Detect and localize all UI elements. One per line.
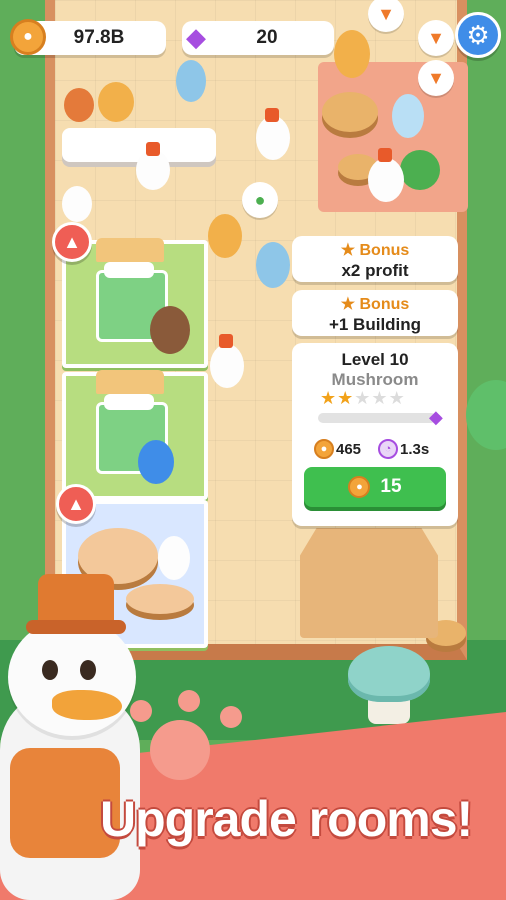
fox-guest[interactable]	[64, 88, 94, 122]
upgrade-progress-bar	[318, 413, 436, 423]
paw-print-decoration	[150, 720, 210, 780]
carrot-icon: ▼	[377, 3, 395, 24]
pillow	[104, 394, 154, 410]
room-upgrade-arrow-button[interactable]: ▲	[56, 484, 96, 524]
bed-headboard	[96, 370, 164, 394]
carrot-icon: ▼	[427, 27, 445, 48]
gear-icon: ⚙	[466, 19, 490, 50]
duck-eye	[42, 660, 58, 680]
building-name: Mushroom	[331, 370, 419, 389]
round-table	[126, 584, 194, 614]
paw-print-decoration	[130, 700, 152, 722]
duck-staff[interactable]	[62, 186, 92, 222]
bonus-title: Bonus	[359, 296, 410, 313]
gem-counter: ◆ 20	[182, 21, 334, 55]
bed-headboard	[96, 238, 164, 262]
star-rating: ★★★★★	[320, 388, 406, 409]
upgrade-panel: Level 10 Mushroom ★★★★★ ◆ ● 465 ◔ 1.3s ●…	[292, 343, 458, 526]
mushroom-request-bubble[interactable]: ●	[242, 182, 278, 218]
carrot-icon: ▼	[427, 67, 445, 88]
horse-guest[interactable]	[150, 306, 190, 354]
paw-coin-icon: ●	[10, 19, 46, 55]
paw-print-decoration	[178, 690, 200, 712]
time-stat: ◔ 1.3s	[378, 439, 429, 459]
carrot-request-bubble[interactable]: ▼	[418, 20, 454, 56]
duck-beak	[52, 690, 122, 720]
bonus-panel-profit: ★ Bonus x2 profit	[292, 236, 458, 282]
bonus-title: Bonus	[359, 242, 410, 259]
star-icon: ★	[371, 388, 389, 408]
staff-hat	[146, 142, 160, 156]
upgrade-button[interactable]: ● 15	[304, 467, 446, 507]
duck-eye	[80, 660, 96, 680]
time-value: 1.3s	[400, 440, 430, 458]
gem-icon: ◆	[186, 21, 206, 52]
staff-hat	[378, 148, 392, 162]
duck-staff[interactable]	[158, 536, 190, 580]
blue-cat-guest[interactable]	[392, 94, 424, 138]
income-stat: ● 465	[314, 439, 361, 459]
paw-coin-icon: ●	[348, 476, 371, 498]
dog-guest[interactable]	[176, 60, 206, 102]
settings-button[interactable]: ⚙	[455, 12, 501, 58]
duck-staff[interactable]	[136, 150, 170, 190]
bonus-panel-building: ★ Bonus +1 Building	[292, 290, 458, 336]
paw-print-decoration	[220, 706, 242, 728]
star-icon: ★	[320, 388, 338, 408]
duck-staff[interactable]	[256, 116, 290, 160]
locked-building-box[interactable]	[300, 528, 438, 638]
timer-icon: ◔	[378, 439, 398, 459]
star-icon: ★	[354, 388, 372, 408]
corgi-guest[interactable]	[334, 30, 370, 78]
staff-hat	[219, 334, 233, 348]
tree-stump	[322, 92, 378, 132]
duck-staff[interactable]	[210, 344, 244, 388]
income-value: 465	[336, 440, 362, 458]
bird-guest[interactable]	[138, 440, 174, 484]
staff-hat	[265, 108, 279, 122]
blue-cat-guest[interactable]	[256, 242, 290, 288]
mushroom-icon: ●	[254, 189, 266, 210]
corgi-guest[interactable]	[208, 214, 242, 258]
carrot-request-bubble[interactable]: ▼	[418, 60, 454, 96]
promo-headline: Upgrade rooms!	[100, 791, 473, 847]
mushroom-decoration	[348, 646, 430, 702]
cat-guest[interactable]	[98, 82, 134, 122]
duck-staff[interactable]	[368, 158, 404, 202]
upgrade-cost: 15	[380, 476, 402, 497]
star-icon: ★	[340, 242, 356, 259]
paw-coin-icon: ●	[314, 439, 334, 459]
coin-counter: ● 97.8B	[10, 19, 166, 55]
duck-hat-brim	[26, 620, 126, 634]
palm-plant	[400, 150, 440, 190]
up-arrow-icon: ▲	[67, 493, 85, 514]
gem-icon: ◆	[429, 407, 443, 427]
room-upgrade-arrow-button[interactable]: ▲	[52, 222, 92, 262]
star-icon: ★	[388, 388, 406, 408]
star-icon: ★	[340, 296, 356, 313]
star-icon: ★	[337, 388, 355, 408]
bonus-value: +1 Building	[328, 315, 422, 334]
pillow	[104, 262, 154, 278]
up-arrow-icon: ▲	[63, 231, 81, 252]
bonus-value: x2 profit	[341, 261, 409, 280]
level-label: Level 10	[341, 350, 409, 369]
